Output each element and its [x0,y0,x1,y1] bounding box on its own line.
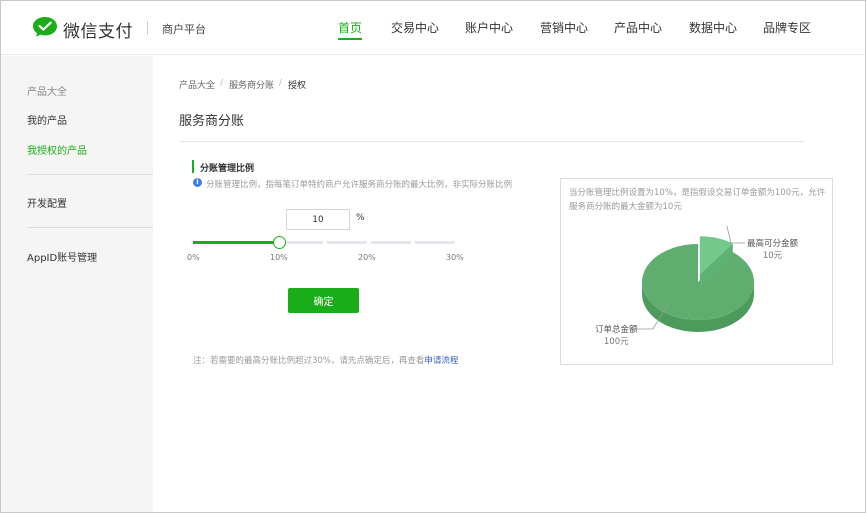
sidebar-item-authorized-products[interactable]: 我授权的产品 [27,142,87,157]
slider-track-segment[interactable] [327,241,367,244]
nav-brand-zone[interactable]: 品牌专区 [763,19,811,36]
slider-fill [193,241,279,244]
sidebar-divider [27,174,153,175]
sidebar-item-dev-config[interactable]: 开发配置 [27,195,67,210]
platform-name: 商户平台 [162,23,206,36]
sidebar: 产品大全 我的产品 我授权的产品 开发配置 AppID账号管理 [1,56,153,512]
section-title: 分账管理比例 [200,164,255,174]
nav-marketing-center[interactable]: 营销中心 [540,19,588,36]
top-header: 微信支付 商户平台 首页 交易中心 账户中心 营销中心 产品中心 数据中心 品牌… [1,1,865,55]
nav-data-center[interactable]: 数据中心 [689,19,737,36]
pie-label-max-name: 最高可分金额 [747,239,799,249]
wechat-pay-logo-icon [33,17,57,37]
breadcrumb-item-service-split[interactable]: 服务商分账 [229,78,274,91]
breadcrumb-separator: / [220,78,224,88]
percent-unit: % [356,213,365,223]
pie-label-max-value: 10元 [762,251,783,261]
note-text: 注：若需要的最高分账比例超过30%，请先点确定后，再查看申请流程 [193,354,458,366]
page-title: 服务商分账 [179,114,245,129]
slider-handle[interactable] [273,236,286,249]
pie-label-max: 最高可分金额 10元 [747,237,798,261]
pie-leader-line [726,225,745,244]
slider-track-segment[interactable] [283,241,323,244]
ratio-input[interactable] [286,209,350,230]
nav-trade-center[interactable]: 交易中心 [391,19,439,36]
brand-divider [147,21,148,35]
nav-account-center[interactable]: 账户中心 [465,19,513,36]
nav-product-center[interactable]: 产品中心 [614,19,662,36]
breadcrumb-item-authorize: 授权 [288,81,307,91]
sidebar-item-my-products[interactable]: 我的产品 [27,112,67,127]
pie-label-total-name: 订单总金额 [595,325,638,335]
note-message: 注：若需要的最高分账比例超过30%，请先点确定后，再查看 [193,356,425,366]
sidebar-item-appid-management[interactable]: AppID账号管理 [27,249,97,264]
title-divider [179,141,805,142]
slider-tick-label: 0% [187,253,200,262]
slider-tick-label: 10% [270,253,288,262]
info-icon: i [193,178,202,187]
slider-track-segment[interactable] [371,241,411,244]
section-accent-bar [192,160,194,173]
breadcrumb-item-products[interactable]: 产品大全 [179,78,215,91]
nav-home[interactable]: 首页 [338,19,362,36]
slider-track-segment[interactable] [415,241,455,244]
sidebar-group-products: 产品大全 [27,87,67,98]
apply-process-link[interactable]: 申请流程 [424,356,458,366]
slider-tick-label: 30% [446,253,464,262]
slider-tick-label: 20% [358,253,376,262]
brand-name: 微信支付 [63,22,133,42]
pie-label-total-value: 100元 [603,337,629,347]
nav-active-indicator [338,38,362,40]
section-description: 分账管理比例，指每笔订单特约商户允许服务商分账的最大比例，非实际分账比例 [206,180,513,190]
pie-slice-total [642,244,754,320]
breadcrumb-separator: / [279,78,283,88]
example-panel: 当分账管理比例设置为10%，是指假设交易订单金额为100元，允许服务商分账的最大… [560,178,833,365]
pie-label-total: 订单总金额 100元 [595,323,638,347]
sidebar-divider [27,227,153,228]
confirm-button[interactable]: 确定 [288,288,359,313]
